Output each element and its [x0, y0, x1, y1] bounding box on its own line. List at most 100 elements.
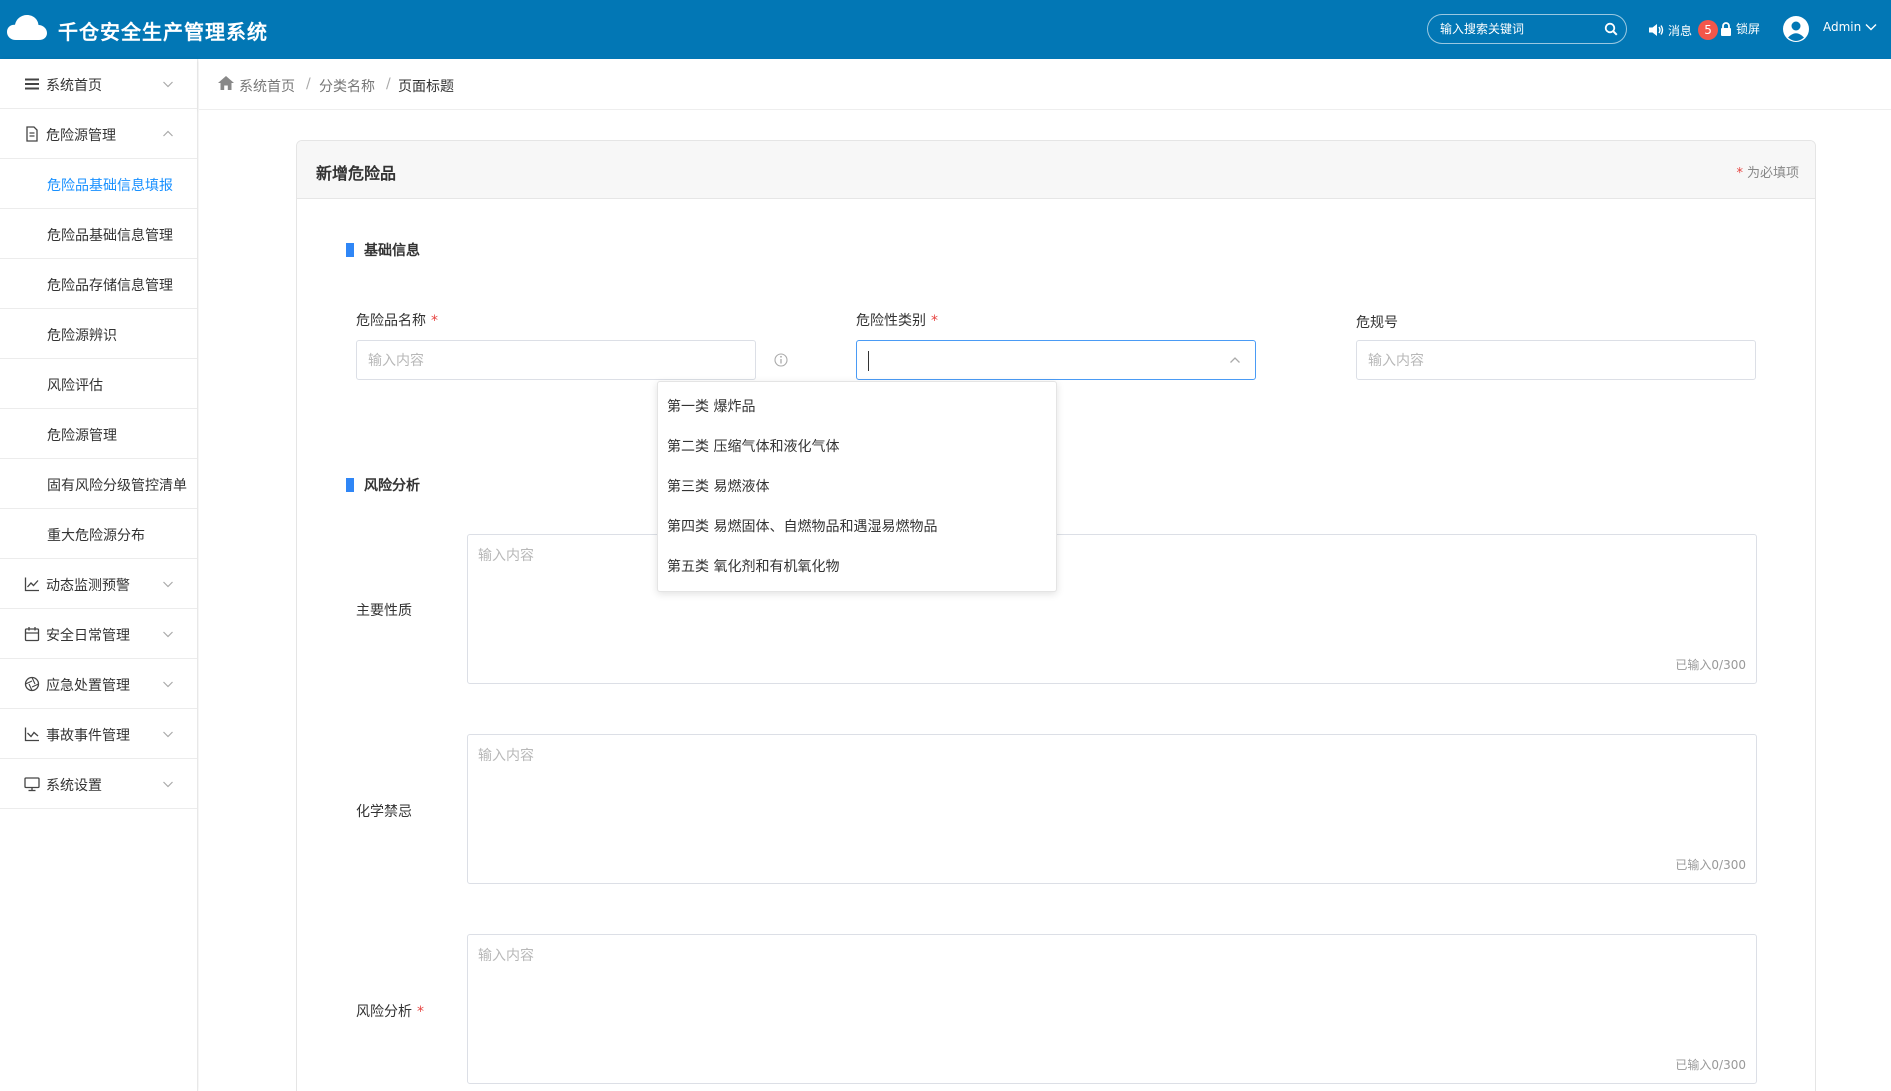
dropdown-option[interactable]: 第四类 易燃固体、自燃物品和遇湿易燃物品 [667, 516, 937, 536]
name-input[interactable] [368, 352, 727, 370]
menu-lines-icon [25, 78, 39, 90]
sidebar-item-emergency[interactable]: 应急处置管理 [0, 659, 197, 709]
sidebar-item-settings[interactable]: 系统设置 [0, 759, 197, 809]
sidebar-subitem-risk-control-list[interactable]: 固有风险分级管控清单 [0, 459, 197, 509]
main-content: 新增危险品 *为必填项 基础信息 危险品名称* 危险性类别* [199, 110, 1891, 1091]
sidebar-item-label: 动态监测预警 [46, 578, 130, 594]
code-field[interactable] [1356, 340, 1756, 380]
sidebar-subitem-major-hazard-map[interactable]: 重大危险源分布 [0, 509, 197, 559]
line-chart-icon [24, 577, 39, 592]
sidebar-subitem-label: 危险品基础信息填报 [47, 178, 173, 194]
speaker-icon [1649, 24, 1664, 36]
dropdown-option[interactable]: 第二类 压缩气体和液化气体 [667, 436, 839, 456]
sidebar-subitem-label: 重大危险源分布 [47, 528, 145, 544]
dropdown-option[interactable]: 第三类 易燃液体 [667, 476, 769, 496]
dropdown-option[interactable]: 第一类 爆炸品 [667, 396, 755, 416]
sidebar-subitem-label: 风险评估 [47, 378, 103, 394]
sidebar-item-home[interactable]: 系统首页 [0, 59, 197, 109]
user-avatar-icon[interactable] [1783, 16, 1809, 42]
chevron-up-icon [1230, 357, 1240, 363]
sidebar-subitem-hazmat-info[interactable]: 危险品基础信息管理 [0, 209, 197, 259]
sidebar-item-monitoring[interactable]: 动态监测预警 [0, 559, 197, 609]
code-label: 危规号 [1356, 312, 1398, 332]
char-counter: 已输入0/300 [1675, 658, 1746, 672]
app-title: 千仓安全生产管理系统 [58, 20, 268, 44]
sidebar-item-label: 事故事件管理 [46, 728, 130, 744]
section-marker [346, 478, 354, 492]
page-title: 新增危险品 [316, 164, 397, 183]
main-nature-label-text: 主要性质 [356, 603, 412, 619]
name-label-text: 危险品名称 [356, 313, 426, 329]
name-field[interactable] [356, 340, 756, 380]
card-header: 新增危险品 * 为必填项 [297, 141, 1815, 199]
sidebar-subitem-label: 危险品基础信息管理 [47, 228, 173, 244]
sidebar-subitem-hazard-source-mgmt[interactable]: 危险源管理 [0, 409, 197, 459]
category-label-text: 危险性类别 [856, 313, 926, 329]
form-card: 新增危险品 *为必填项 基础信息 危险品名称* 危险性类别* [296, 140, 1816, 1091]
sidebar-subitem-hazard-identification[interactable]: 危险源辨识 [0, 309, 197, 359]
category-select[interactable] [856, 340, 1256, 380]
messages-button[interactable]: 消息 5 [1648, 20, 1719, 40]
monitor-icon [24, 777, 40, 792]
chem-taboo-label: 化学禁忌 [356, 801, 412, 821]
section-title-risk: 风险分析 [364, 478, 420, 494]
char-counter: 已输入0/300 [1675, 858, 1746, 872]
chevron-down-icon [163, 581, 173, 588]
sidebar-item-accidents[interactable]: 事故事件管理 [0, 709, 197, 759]
risk-analysis-textarea[interactable] [478, 945, 1702, 1005]
chem-taboo-label-text: 化学禁忌 [356, 804, 412, 820]
sidebar: 系统首页 危险源管理 危险品基础信息填报 危险品基础信息管理 危险品存储信息管理… [0, 59, 198, 1091]
main-nature-label: 主要性质 [356, 600, 412, 620]
sidebar-item-daily-safety[interactable]: 安全日常管理 [0, 609, 197, 659]
risk-analysis-field[interactable]: 已输入0/300 [467, 934, 1757, 1084]
breadcrumb-separator: / [306, 76, 311, 92]
header-search[interactable] [1427, 14, 1627, 44]
sidebar-subitem-hazmat-storage[interactable]: 危险品存储信息管理 [0, 259, 197, 309]
sidebar-subitem-label: 固有风险分级管控清单 [47, 478, 187, 494]
chem-taboo-textarea[interactable] [478, 745, 1702, 805]
user-menu[interactable]: Admin [1823, 20, 1877, 34]
trend-chart-icon [24, 727, 39, 742]
search-input[interactable] [1440, 20, 1600, 38]
info-icon[interactable] [774, 353, 788, 367]
name-label: 危险品名称 * [356, 310, 438, 330]
sidebar-subitem-label: 危险源辨识 [47, 328, 117, 344]
code-input[interactable] [1368, 352, 1727, 370]
dropdown-option[interactable]: 第五类 氧化剂和有机氧化物 [667, 556, 839, 576]
required-star: * [431, 313, 438, 329]
sidebar-subitem-label: 危险源管理 [47, 428, 117, 444]
breadcrumb-item-category[interactable]: 分类名称 [319, 76, 375, 96]
chevron-up-icon [163, 130, 173, 137]
risk-analysis-label-text: 风险分析 [356, 1004, 412, 1020]
lock-icon [1721, 21, 1731, 36]
messages-count-badge: 5 [1698, 20, 1719, 40]
chem-taboo-field[interactable]: 已输入0/300 [467, 734, 1757, 884]
user-name: Admin [1823, 20, 1862, 34]
document-icon [26, 126, 38, 142]
sidebar-item-label: 安全日常管理 [46, 628, 130, 644]
breadcrumb: 系统首页 / 分类名称 / 页面标题 [199, 59, 1891, 110]
aperture-icon [24, 676, 40, 692]
cloud-logo-icon [7, 15, 47, 40]
sidebar-subitem-risk-assessment[interactable]: 风险评估 [0, 359, 197, 409]
category-label: 危险性类别 * [856, 310, 938, 330]
search-icon[interactable] [1604, 22, 1618, 36]
category-dropdown: 第一类 爆炸品 第二类 压缩气体和液化气体 第三类 易燃液体 第四类 易燃固体、… [657, 381, 1057, 592]
code-label-text: 危规号 [1356, 315, 1398, 331]
chevron-down-icon [163, 781, 173, 788]
sidebar-subitem-hazmat-entry[interactable]: 危险品基础信息填报 [0, 159, 197, 209]
lock-screen-button[interactable]: 锁屏 [1720, 20, 1760, 37]
messages-label: 消息 [1668, 23, 1693, 38]
calendar-icon [24, 627, 40, 642]
text-cursor [868, 351, 869, 371]
breadcrumb-item-home[interactable]: 系统首页 [239, 76, 295, 96]
chevron-down-icon [163, 631, 173, 638]
sidebar-item-hazard-management[interactable]: 危险源管理 [0, 109, 197, 159]
required-star: * [931, 313, 938, 329]
top-header: 千仓安全生产管理系统 消息 5 锁屏 Admin [0, 0, 1891, 59]
sidebar-item-label: 系统首页 [46, 78, 102, 94]
breadcrumb-item-current: 页面标题 [398, 79, 454, 95]
home-icon[interactable] [217, 75, 235, 91]
required-star: * [1736, 166, 1743, 181]
required-note: * 为必填项 [1736, 162, 1799, 181]
